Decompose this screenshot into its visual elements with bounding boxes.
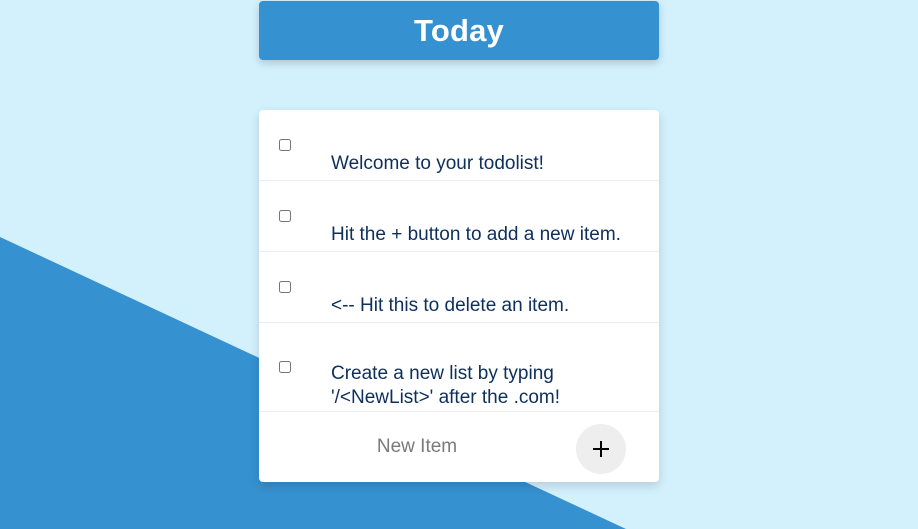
item-checkbox[interactable] xyxy=(279,281,291,293)
todo-item: Create a new list by typing '/<NewList>'… xyxy=(259,323,659,412)
plus-icon xyxy=(593,441,609,457)
todo-list-box: Welcome to your todolist! Hit the + butt… xyxy=(259,110,659,482)
item-checkbox[interactable] xyxy=(279,210,291,222)
header-box: Today xyxy=(259,1,659,60)
todo-item-text: Welcome to your todolist! xyxy=(331,153,544,174)
list-title: Today xyxy=(414,12,504,48)
todo-item: Welcome to your todolist! xyxy=(259,110,659,181)
item-checkbox[interactable] xyxy=(279,361,291,373)
item-checkbox[interactable] xyxy=(279,139,291,151)
todo-item-text: <-- Hit this to delete an item. xyxy=(331,295,570,316)
todo-item: Hit the + button to add a new item. xyxy=(259,181,659,252)
add-item-button[interactable] xyxy=(576,424,626,474)
new-item-row xyxy=(259,412,659,482)
todo-item: <-- Hit this to delete an item. xyxy=(259,252,659,323)
todo-item-text: Create a new list by typing '/<NewList>'… xyxy=(331,363,561,408)
new-item-input[interactable] xyxy=(275,429,559,465)
todo-item-text: Hit the + button to add a new item. xyxy=(331,224,621,245)
